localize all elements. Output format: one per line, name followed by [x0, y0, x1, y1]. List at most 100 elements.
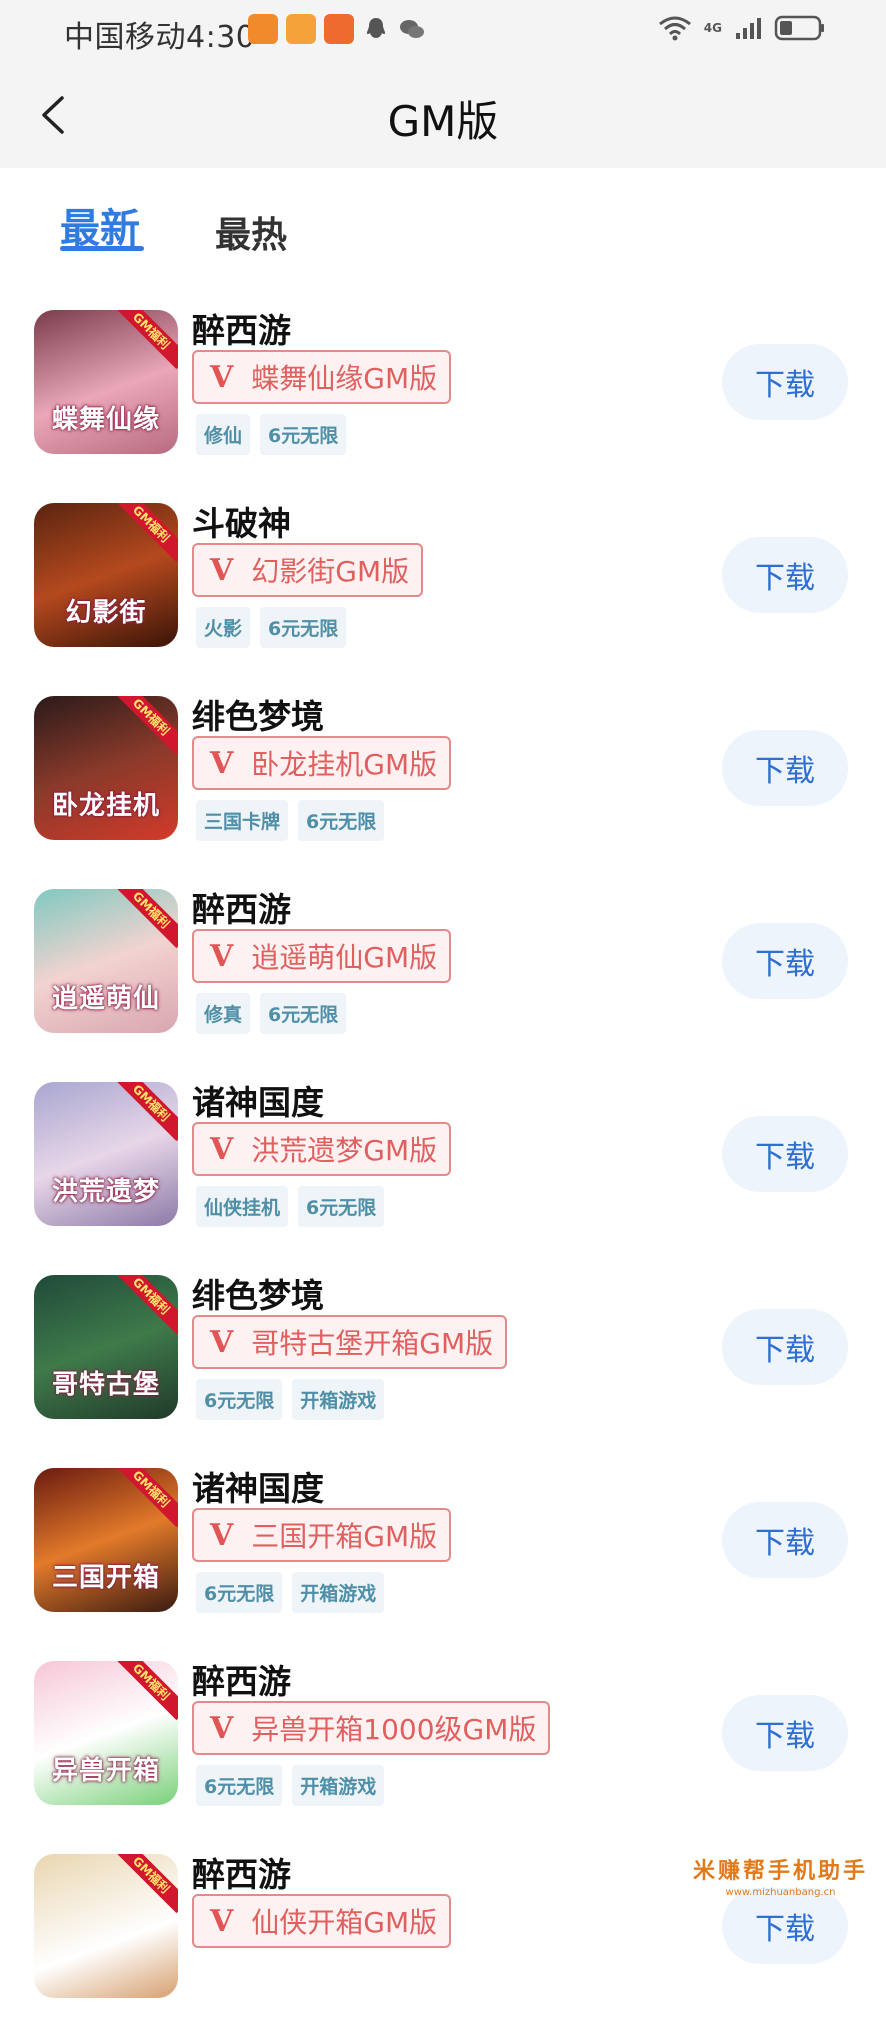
tag-chips: 修真 6元无限 — [196, 993, 347, 1034]
thumbnail-corner-ribbon: GM福利 — [112, 1661, 178, 1721]
gm-version-label: 逍遥萌仙GM版 — [251, 941, 438, 974]
gm-version-tag: V 三国开箱GM版 — [192, 1508, 452, 1562]
tag-chips: 修仙 6元无限 — [196, 414, 347, 455]
game-thumbnail[interactable]: GM福利 逍遥萌仙 — [34, 889, 178, 1033]
v-icon: V — [210, 745, 234, 781]
app-notification-icon — [248, 14, 278, 44]
game-thumbnail[interactable]: GM福利卧龙挂机 — [34, 696, 178, 840]
gm-version-label: 蝶舞仙缘GM版 — [251, 362, 438, 395]
download-button[interactable]: 下载 — [722, 923, 848, 999]
carrier-time: 中国移动4:30 — [64, 12, 255, 56]
tag-chip: 6元无限 — [260, 993, 347, 1034]
tag-chips: 6元无限 开箱游戏 — [196, 1379, 385, 1420]
list-item[interactable]: GM福利 哥特古堡 绯色梦境 V 哥特古堡开箱GM版 6元无限 开箱游戏 下载 — [0, 1255, 886, 1448]
download-button[interactable]: 下载 — [722, 344, 848, 420]
gm-version-label: 洪荒遗梦GM版 — [251, 1134, 438, 1167]
gm-version-label: 异兽开箱1000级GM版 — [251, 1713, 537, 1746]
watermark-url: www.mizhuanbang.cn — [725, 1887, 836, 1898]
gm-version-tag: V 洪荒遗梦GM版 — [192, 1122, 452, 1176]
tag-chip: 6元无限 — [298, 1186, 385, 1227]
list-item[interactable]: GM福利 逍遥萌仙 醉西游 V 逍遥萌仙GM版 修真 6元无限 下载 — [0, 869, 886, 1062]
gm-version-tag: V 幻影街GM版 — [192, 543, 424, 597]
tag-chip: 火影 — [196, 607, 251, 648]
v-icon: V — [210, 1710, 234, 1746]
download-button[interactable]: 下载 — [722, 1695, 848, 1771]
tag-chip: 6元无限 — [260, 607, 347, 648]
list-item[interactable]: GM福利 卧龙挂机 绯色梦境 V 卧龙挂机GM版 三国卡牌 6元无限 下载 — [0, 676, 886, 869]
download-button[interactable]: 下载 — [722, 730, 848, 806]
game-name: 斗破神 — [192, 504, 291, 543]
tag-chips: 6元无限 开箱游戏 — [196, 1572, 385, 1613]
v-icon: V — [210, 552, 234, 588]
signal-icon — [736, 18, 761, 39]
wechat-icon — [400, 20, 424, 38]
game-thumbnail[interactable]: GM福利 哥特古堡 — [34, 1275, 178, 1419]
thumbnail-corner-ribbon: GM福利 — [112, 310, 178, 370]
download-button[interactable]: 下载 — [722, 1116, 848, 1192]
game-thumbnail[interactable]: GM福利幻影街 — [34, 503, 178, 647]
tab-active-indicator — [60, 246, 144, 251]
thumbnail-title: 卧龙挂机 — [51, 791, 160, 821]
download-button[interactable]: 下载 — [722, 1888, 848, 1964]
game-name: 诸神国度 — [192, 1083, 324, 1122]
v-icon: V — [210, 938, 234, 974]
game-name: 醉西游 — [192, 1855, 291, 1894]
tab-hot[interactable]: 最热 — [215, 206, 287, 258]
list-item[interactable]: GM福利 蝶舞仙缘 醉西游 V 蝶舞仙缘GM版 修仙 6元无限 下载 — [0, 290, 886, 483]
thumbnail-title: 哥特古堡 — [51, 1370, 160, 1400]
thumbnail-title: 蝶舞仙缘 — [51, 405, 160, 435]
game-name: 醉西游 — [192, 311, 291, 350]
game-thumbnail[interactable]: GM福利 — [34, 1854, 178, 1998]
tag-chip: 修仙 — [196, 414, 251, 455]
game-name: 绯色梦境 — [192, 697, 324, 736]
gm-version-label: 三国开箱GM版 — [251, 1520, 438, 1553]
notification-icons — [248, 14, 426, 44]
thumbnail-title: 洪荒遗梦 — [51, 1177, 160, 1207]
tag-chips: 三国卡牌 6元无限 — [196, 800, 385, 841]
v-icon: V — [210, 1517, 234, 1553]
game-name: 绯色梦境 — [192, 1276, 324, 1315]
tag-chip: 开箱游戏 — [292, 1765, 385, 1806]
thumbnail-corner-ribbon: GM福利 — [112, 696, 178, 756]
list-item[interactable]: GM福利 三国开箱 诸神国度 V 三国开箱GM版 6元无限 开箱游戏 下载 — [0, 1448, 886, 1641]
status-right: 4G — [658, 14, 826, 42]
page-title: GM版 — [387, 97, 499, 146]
gm-version-label: 卧龙挂机GM版 — [251, 748, 438, 781]
list-item[interactable]: GM福利 幻影街 斗破神 V 幻影街GM版 火影 6元无限 下载 — [0, 483, 886, 676]
v-icon: V — [210, 1131, 234, 1167]
download-button[interactable]: 下载 — [722, 537, 848, 613]
game-thumbnail[interactable]: GM福利三国开箱 — [34, 1468, 178, 1612]
game-thumbnail[interactable]: GM福利 洪荒遗梦 — [34, 1082, 178, 1226]
thumbnail-corner-ribbon: GM福利 — [112, 503, 178, 563]
list-item[interactable]: GM福利 异兽开箱 醉西游 V 异兽开箱1000级GM版 6元无限 开箱游戏 下载 — [0, 1641, 886, 1834]
battery-icon — [774, 15, 824, 41]
download-button[interactable]: 下载 — [722, 1502, 848, 1578]
thumbnail-title: 逍遥萌仙 — [51, 984, 160, 1014]
download-button[interactable]: 下载 — [722, 1309, 848, 1385]
gm-version-tag: V 蝶舞仙缘GM版 — [192, 350, 452, 404]
gm-version-tag: V 逍遥萌仙GM版 — [192, 929, 452, 983]
nav-bar: GM版 — [0, 62, 886, 168]
tab-bar: 最新 最热 — [0, 168, 886, 278]
gm-version-tag: V 仙侠开箱GM版 — [192, 1894, 452, 1948]
app-notification-icon — [324, 14, 354, 44]
tag-chip: 仙侠挂机 — [196, 1186, 289, 1227]
tag-chip: 6元无限 — [196, 1765, 283, 1806]
game-thumbnail[interactable]: GM福利 异兽开箱 — [34, 1661, 178, 1805]
network-label: 4G — [703, 21, 722, 35]
status-bar: 中国移动4:30 4G — [0, 0, 886, 62]
tag-chip: 6元无限 — [260, 414, 347, 455]
gm-version-tag: V 哥特古堡开箱GM版 — [192, 1315, 508, 1369]
gm-version-tag: V 卧龙挂机GM版 — [192, 736, 452, 790]
gm-version-label: 幻影街GM版 — [251, 555, 410, 588]
tag-chip: 开箱游戏 — [292, 1379, 385, 1420]
tag-chip: 开箱游戏 — [292, 1572, 385, 1613]
thumbnail-corner-ribbon: GM福利 — [112, 1468, 178, 1528]
gm-version-label: 仙侠开箱GM版 — [251, 1906, 438, 1939]
thumbnail-title: 三国开箱 — [51, 1563, 160, 1593]
time-label: 4:30 — [186, 20, 256, 55]
thumbnail-title: 幻影街 — [65, 598, 147, 628]
list-item[interactable]: GM福利 洪荒遗梦 诸神国度 V 洪荒遗梦GM版仙侠挂机 6元无限 下载 — [0, 1062, 886, 1255]
gm-version-label: 哥特古堡开箱GM版 — [251, 1327, 494, 1360]
game-thumbnail[interactable]: GM福利蝶舞仙缘 — [34, 310, 178, 454]
